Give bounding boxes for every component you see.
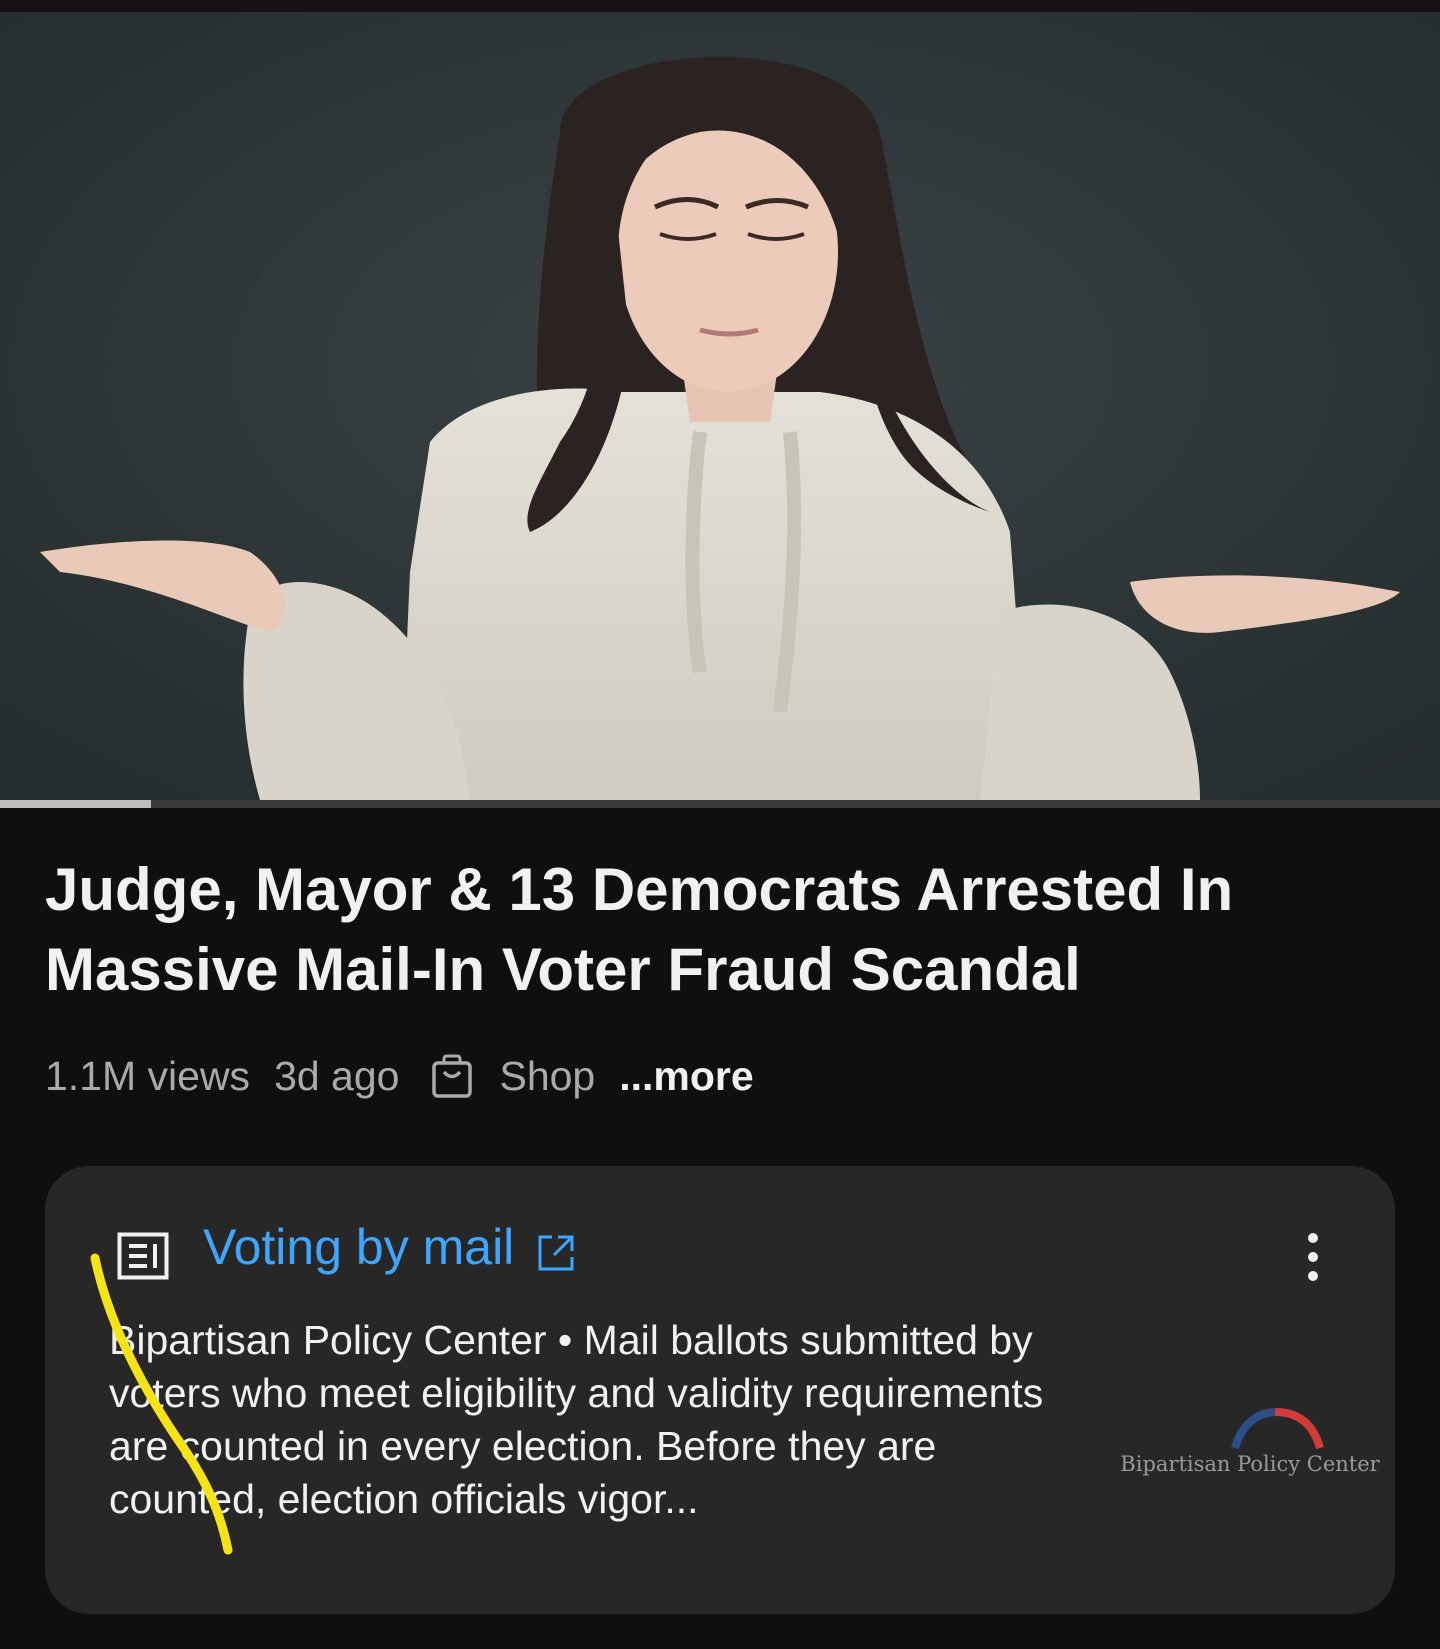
more-vert-icon[interactable]	[1301, 1232, 1325, 1282]
article-icon	[117, 1232, 169, 1280]
video-progress-fill	[0, 800, 152, 808]
video-player[interactable]	[0, 0, 1440, 800]
information-panel-card[interactable]: Voting by mail Bipartisan Policy Center …	[45, 1166, 1395, 1614]
video-frame	[0, 12, 1440, 800]
bpc-arc-icon	[1231, 1408, 1324, 1450]
upload-age: 3d ago	[274, 1052, 400, 1099]
shop-link[interactable]: Shop	[499, 1053, 595, 1100]
bipartisan-policy-center-logo: Bipartisan Policy Center	[1115, 1404, 1385, 1494]
video-metadata-row[interactable]: 1.1M views 3d ago Shop ...more	[45, 1046, 754, 1106]
information-source: Bipartisan Policy Center	[109, 1317, 547, 1363]
video-title: Judge, Mayor & 13 Democrats Arrested In …	[45, 856, 1234, 1003]
video-progress-bar[interactable]	[0, 800, 1440, 808]
information-panel-text: Bipartisan Policy Center • Mail ballots …	[109, 1314, 1089, 1526]
bpc-logo-text: Bipartisan Policy Center	[1120, 1452, 1380, 1476]
show-more-button[interactable]: ...more	[619, 1053, 753, 1100]
shopping-bag-icon[interactable]	[431, 1053, 473, 1099]
information-panel-link[interactable]: Voting by mail	[203, 1218, 576, 1276]
view-count: 1.1M views	[45, 1052, 251, 1099]
information-panel-title: Voting by mail	[203, 1219, 515, 1275]
external-link-icon	[536, 1227, 576, 1271]
source-separator: •	[546, 1317, 584, 1363]
